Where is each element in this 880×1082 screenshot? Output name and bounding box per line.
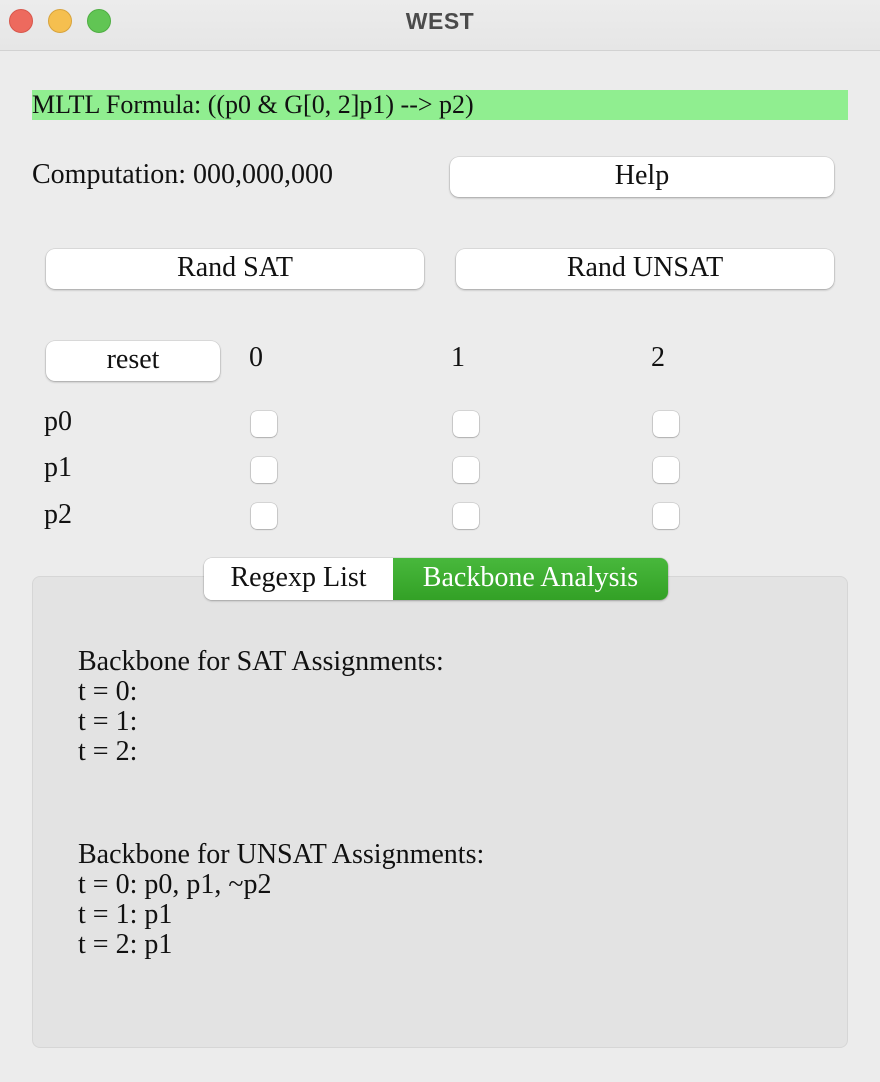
unsat-backbone-title: Backbone for UNSAT Assignments: — [78, 839, 485, 870]
sat-backbone-line: t = 2: — [78, 736, 138, 767]
checkbox-p2-t0[interactable] — [251, 503, 277, 529]
sat-backbone-line: t = 0: — [78, 676, 138, 707]
tab-bar: Regexp List Backbone Analysis — [204, 558, 668, 600]
checkbox-p2-t2[interactable] — [653, 503, 679, 529]
unsat-backbone-line: t = 0: p0, p1, ~p2 — [78, 869, 272, 900]
checkbox-p1-t0[interactable] — [251, 457, 277, 483]
tab-regexp-list[interactable]: Regexp List — [204, 558, 393, 600]
rand-unsat-button[interactable]: Rand UNSAT — [456, 249, 834, 289]
row-label-p1: p1 — [44, 452, 72, 483]
checkbox-p0-t2[interactable] — [653, 411, 679, 437]
sat-backbone-title: Backbone for SAT Assignments: — [78, 646, 444, 677]
help-button[interactable]: Help — [450, 157, 834, 197]
unsat-backbone-line: t = 2: p1 — [78, 929, 173, 960]
row-label-p0: p0 — [44, 406, 72, 437]
tab-backbone-analysis[interactable]: Backbone Analysis — [393, 558, 668, 600]
time-header-0: 0 — [249, 342, 263, 373]
sat-backbone-line: t = 1: — [78, 706, 138, 737]
computation-label: Computation: 000,000,000 — [32, 159, 333, 190]
checkbox-p2-t1[interactable] — [453, 503, 479, 529]
row-label-p2: p2 — [44, 499, 72, 530]
checkbox-p1-t2[interactable] — [653, 457, 679, 483]
checkbox-p0-t0[interactable] — [251, 411, 277, 437]
checkbox-p0-t1[interactable] — [453, 411, 479, 437]
time-header-2: 2 — [651, 342, 665, 373]
reset-button[interactable]: reset — [46, 341, 220, 381]
window-title: WEST — [405, 8, 475, 34]
rand-sat-button[interactable]: Rand SAT — [46, 249, 424, 289]
formula-label: MLTL Formula: ((p0 & G[0, 2]p1) --> p2) — [32, 90, 848, 120]
checkbox-p1-t1[interactable] — [453, 457, 479, 483]
unsat-backbone-line: t = 1: p1 — [78, 899, 173, 930]
title-bar: WEST — [0, 0, 880, 51]
time-header-1: 1 — [451, 342, 465, 373]
